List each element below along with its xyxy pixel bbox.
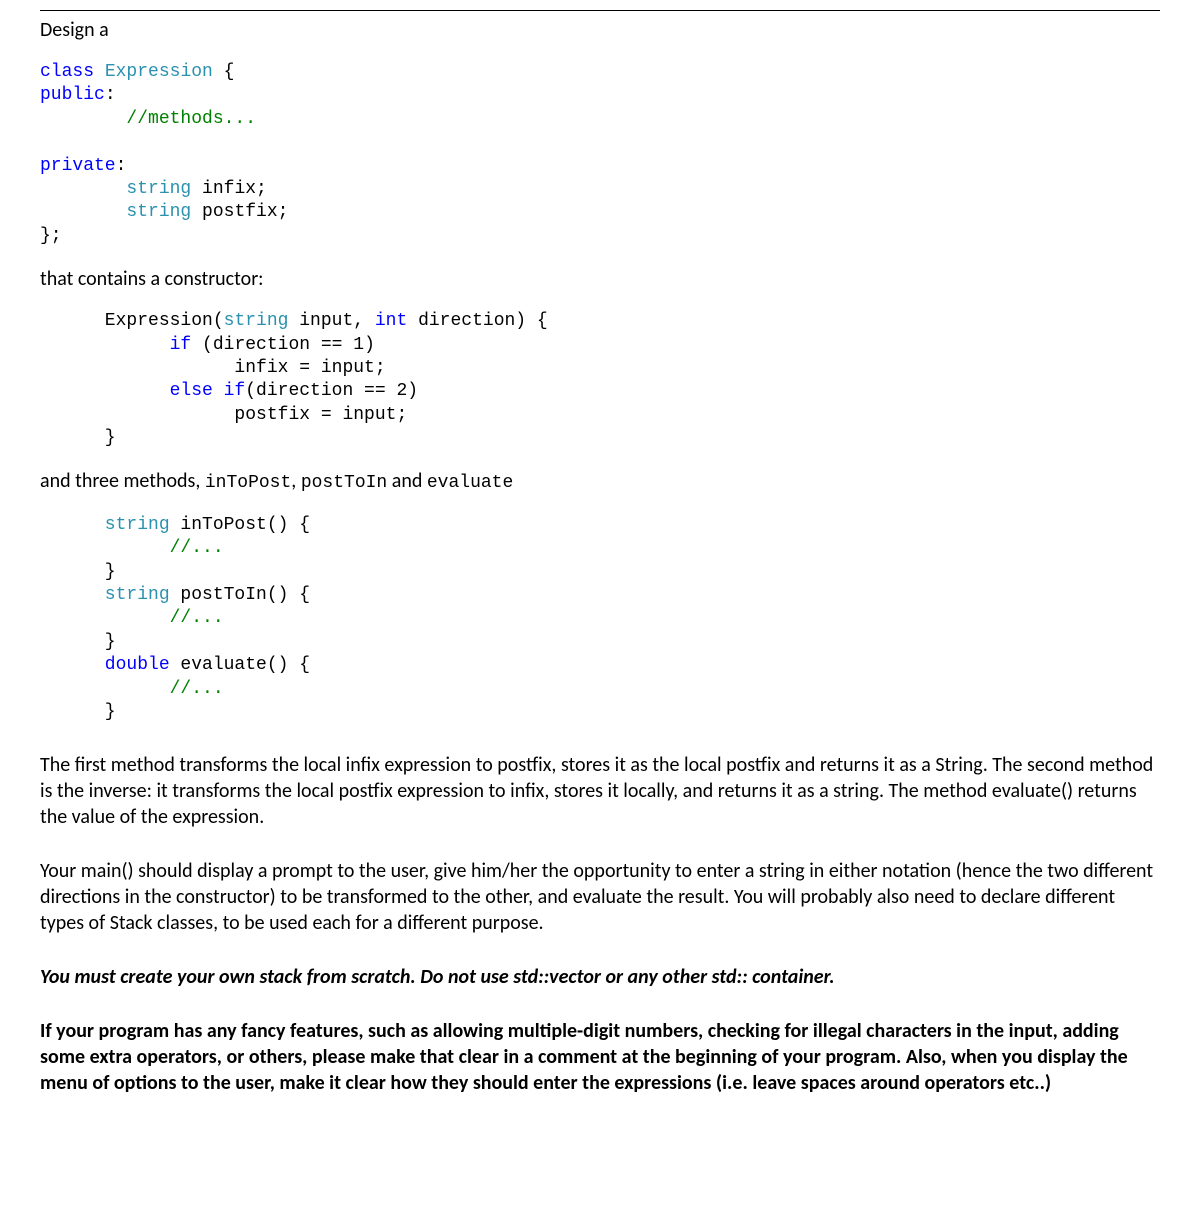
intro-text: Design a <box>40 17 1160 43</box>
assign-postfix: postfix = input; <box>40 405 407 425</box>
constructor-text: that contains a constructor: <box>40 266 1160 292</box>
type-string: string <box>40 202 191 222</box>
paragraph-4-notes: If your program has any fancy features, … <box>40 1018 1160 1096</box>
method-posttoin: postToIn <box>301 473 387 493</box>
kw-private: private <box>40 156 116 176</box>
colon: : <box>116 156 127 176</box>
close-brace: } <box>40 632 116 652</box>
paragraph-3-warning: You must create your own stack from scra… <box>40 964 1160 990</box>
close-brace: }; <box>40 226 62 246</box>
kw-int: int <box>375 311 407 331</box>
code-block-3: string inToPost() { //... } string postT… <box>40 514 1160 725</box>
var-infix: infix; <box>191 179 267 199</box>
fn-posttoin: postToIn() { <box>170 585 310 605</box>
ctor-name: Expression( <box>40 311 224 331</box>
fn-evaluate: evaluate() { <box>170 655 310 675</box>
paragraph-2: Your main() should display a prompt to t… <box>40 858 1160 936</box>
param-direction: direction) { <box>407 311 547 331</box>
var-postfix: postfix; <box>191 202 288 222</box>
class-name: Expression <box>105 62 213 82</box>
cond-2: (direction == 2) <box>245 381 418 401</box>
methods-text: and three methods, inToPost, postToIn an… <box>40 468 1160 495</box>
comment: //... <box>40 608 224 628</box>
comma: , <box>291 469 301 493</box>
kw-public: public <box>40 85 105 105</box>
type-string: string <box>224 311 289 331</box>
ret-double: double <box>40 655 170 675</box>
fn-intopost: inToPost() { <box>170 515 310 535</box>
method-evaluate: evaluate <box>427 473 513 493</box>
ret-string: string <box>40 585 170 605</box>
paragraph-1: The first method transforms the local in… <box>40 752 1160 830</box>
ret-string: string <box>40 515 170 535</box>
methods-prefix: and three methods, <box>40 469 205 493</box>
comment: //... <box>40 679 224 699</box>
close-brace: } <box>40 428 116 448</box>
code-block-2: Expression(string input, int direction) … <box>40 310 1160 450</box>
param-input: input, <box>288 311 374 331</box>
assign-infix: infix = input; <box>40 358 386 378</box>
comment-methods: //methods... <box>40 109 256 129</box>
kw-class: class <box>40 62 94 82</box>
method-intopost: inToPost <box>205 473 291 493</box>
type-string: string <box>40 179 191 199</box>
close-brace: } <box>40 562 116 582</box>
kw-elseif: else if <box>40 381 245 401</box>
comment: //... <box>40 538 224 558</box>
kw-if: if <box>40 335 191 355</box>
colon: : <box>105 85 116 105</box>
code-block-1: class Expression { public: //methods... … <box>40 61 1160 248</box>
top-border <box>40 10 1160 11</box>
close-brace: } <box>40 702 116 722</box>
brace: { <box>224 62 235 82</box>
and: and <box>387 469 427 493</box>
cond-1: (direction == 1) <box>191 335 375 355</box>
